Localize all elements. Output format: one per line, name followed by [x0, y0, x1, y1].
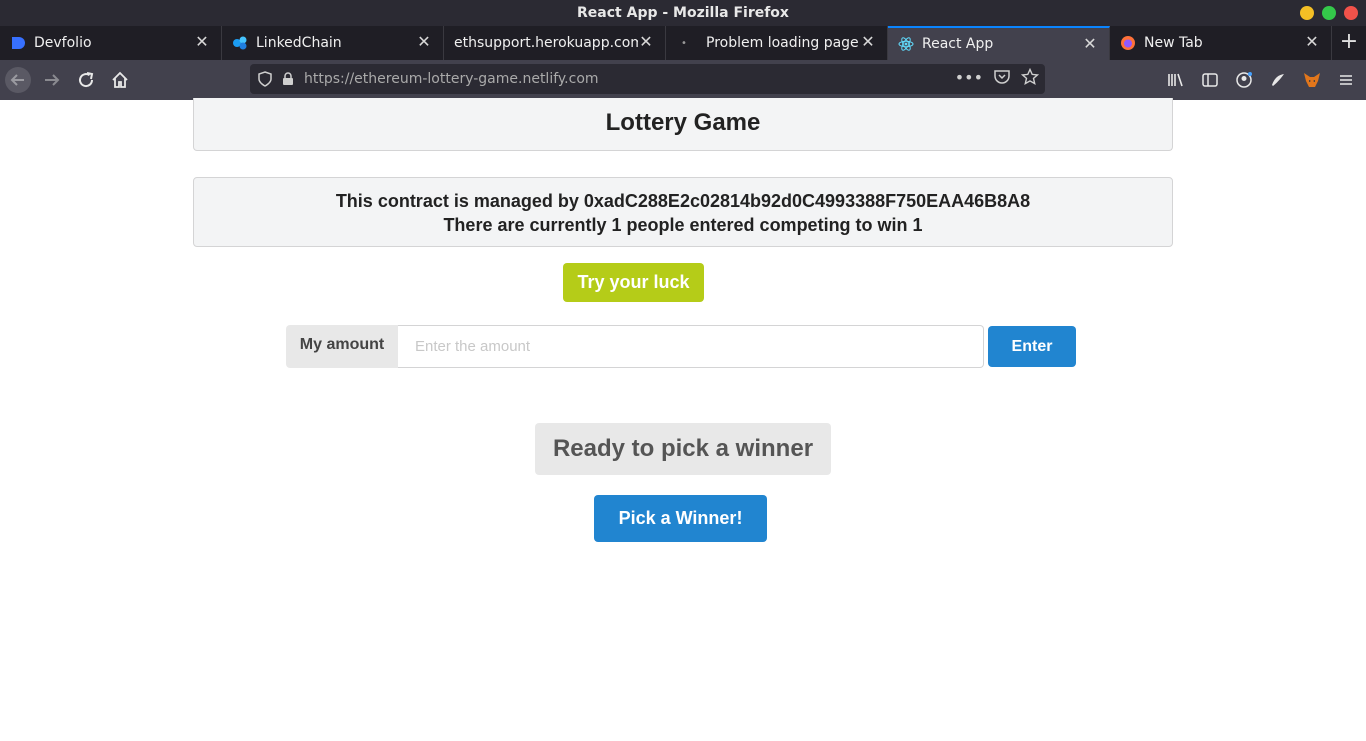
close-icon[interactable]: ✕: [637, 33, 655, 51]
dot-icon: •: [681, 37, 687, 49]
url-text: https://ethereum-lottery-game.netlify.co…: [304, 71, 599, 87]
hamburger-menu-icon: [1340, 75, 1352, 85]
forward-button[interactable]: [36, 64, 68, 96]
window-title: React App - Mozilla Firefox: [577, 5, 789, 21]
extension-icon: [1272, 74, 1284, 86]
pick-winner-button[interactable]: Pick a Winner!: [594, 495, 767, 542]
account-icon: [1236, 72, 1252, 88]
page-content: Lottery Game This contract is managed by…: [0, 98, 1366, 741]
tab-react-app[interactable]: React App ✕: [888, 26, 1110, 60]
page-actions-icon[interactable]: •••: [955, 68, 983, 88]
tab-label: React App: [922, 36, 994, 52]
tab-strip: Devfolio ✕ LinkedChain ✕ ethsupport.hero…: [0, 26, 1366, 60]
library-button[interactable]: [1160, 64, 1192, 96]
menu-button[interactable]: [1330, 64, 1362, 96]
bookmark-star-icon[interactable]: [1021, 68, 1039, 86]
toolbar-right: [1158, 64, 1362, 96]
ready-status-label: Ready to pick a winner: [535, 423, 831, 475]
contract-info-segment: This contract is managed by 0xadC288E2c0…: [193, 177, 1173, 247]
reload-icon: [79, 72, 94, 88]
window-titlebar: React App - Mozilla Firefox: [0, 0, 1366, 26]
tab-problem-loading[interactable]: • Problem loading page ✕: [666, 26, 888, 60]
tab-label: Devfolio: [34, 35, 92, 51]
close-icon[interactable]: ✕: [859, 33, 877, 51]
manager-text: This contract is managed by 0xadC288E2c0…: [335, 191, 1031, 211]
tab-label: LinkedChain: [256, 35, 342, 51]
window-controls: [1300, 6, 1358, 20]
navigation-toolbar: https://ethereum-lottery-game.netlify.co…: [0, 60, 1366, 100]
tab-devfolio[interactable]: Devfolio ✕: [0, 26, 222, 60]
linkedchain-icon: [232, 35, 248, 51]
close-icon[interactable]: ✕: [1303, 33, 1321, 51]
sidebar-icon: [1202, 73, 1218, 87]
back-arrow-icon: [5, 67, 31, 93]
reload-button[interactable]: [70, 64, 102, 96]
pocket-icon[interactable]: [993, 68, 1011, 86]
page-title: Lottery Game: [605, 109, 761, 136]
close-window-button[interactable]: [1344, 6, 1358, 20]
tab-label: New Tab: [1144, 35, 1203, 51]
metamask-fox-icon: [1304, 73, 1320, 87]
account-button[interactable]: [1228, 64, 1260, 96]
close-icon[interactable]: ✕: [1081, 35, 1099, 53]
back-button[interactable]: [2, 64, 34, 96]
tab-linkedchain[interactable]: LinkedChain ✕: [222, 26, 444, 60]
try-your-luck-button[interactable]: Try your luck: [563, 263, 704, 302]
forward-arrow-icon: [45, 74, 60, 86]
url-bar[interactable]: https://ethereum-lottery-game.netlify.co…: [250, 64, 1045, 94]
page-title-segment: Lottery Game: [193, 98, 1173, 151]
tab-label: Problem loading page: [706, 35, 859, 51]
library-icon: [1168, 73, 1183, 87]
lock-icon: [283, 72, 293, 85]
devfolio-icon: [10, 35, 26, 51]
sidebar-button[interactable]: [1194, 64, 1226, 96]
home-icon: [112, 71, 128, 88]
amount-input-group: My amount: [286, 325, 984, 368]
metamask-button[interactable]: [1296, 64, 1328, 96]
players-text: There are currently 1 people entered com…: [443, 215, 923, 235]
maximize-button[interactable]: [1322, 6, 1336, 20]
amount-label: My amount: [286, 325, 398, 368]
tab-label: ethsupport.herokuapp.com/: [454, 35, 638, 51]
tab-ethsupport[interactable]: ethsupport.herokuapp.com/ ✕: [444, 26, 666, 60]
react-icon: [898, 36, 914, 52]
enter-button[interactable]: Enter: [988, 326, 1076, 367]
close-icon[interactable]: ✕: [193, 33, 211, 51]
new-tab-button[interactable]: +: [1334, 26, 1364, 60]
firefox-icon: [1120, 35, 1136, 51]
minimize-button[interactable]: [1300, 6, 1314, 20]
shield-icon: [258, 71, 272, 87]
extension-button[interactable]: [1262, 64, 1294, 96]
close-icon[interactable]: ✕: [415, 33, 433, 51]
amount-input[interactable]: [398, 325, 984, 368]
tab-new-tab[interactable]: New Tab ✕: [1110, 26, 1332, 60]
home-button[interactable]: [104, 64, 136, 96]
